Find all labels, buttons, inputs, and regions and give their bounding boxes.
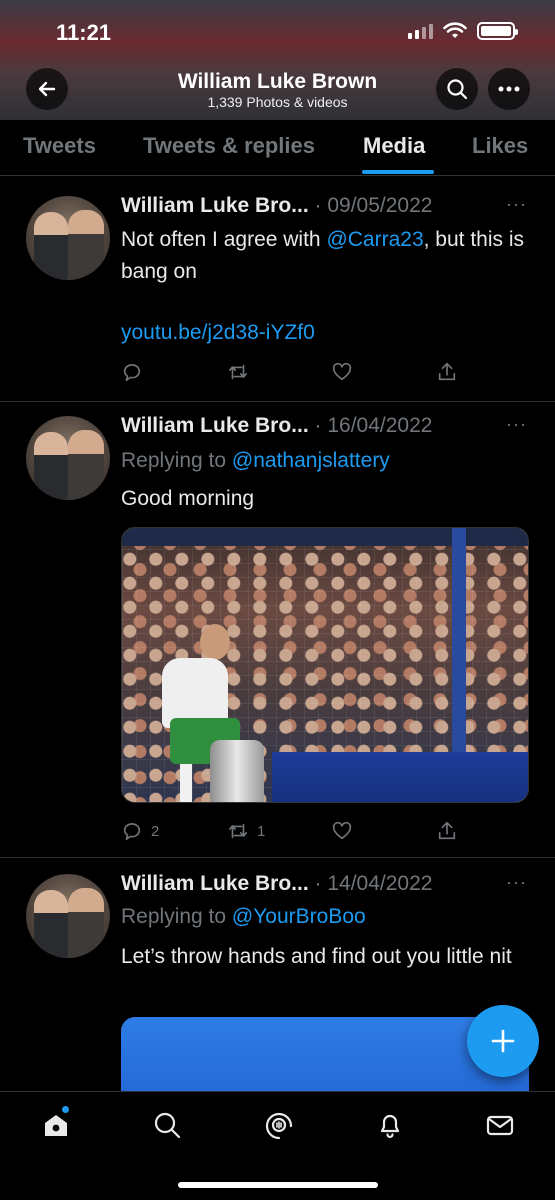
tab-tweets-replies[interactable]: Tweets & replies [143, 133, 315, 159]
compose-tweet-button[interactable] [467, 1005, 539, 1077]
like-button[interactable] [331, 820, 353, 842]
compose-plus-icon [491, 1029, 515, 1053]
tweet-header: William Luke Bro... · 09/05/2022 [121, 194, 432, 218]
tweet-date: · 09/05/2022 [314, 194, 433, 217]
active-tab-indicator [362, 170, 434, 174]
tab-tweets[interactable]: Tweets [23, 133, 96, 159]
retweet-button[interactable] [227, 361, 249, 383]
like-button[interactable] [331, 361, 353, 383]
replying-to-label: Replying to [121, 905, 232, 928]
battery-icon [477, 22, 518, 40]
home-notification-dot [62, 1106, 69, 1113]
tweet-text: Let’s throw hands and find out you littl… [121, 945, 512, 968]
notifications-icon[interactable] [375, 1110, 405, 1140]
status-icons [408, 22, 518, 40]
share-icon [438, 362, 456, 381]
reply-button[interactable] [121, 361, 143, 383]
profile-tabs: Tweets Tweets & replies Media Likes [0, 120, 555, 176]
tweet-actions: 2 1 [121, 820, 461, 844]
tweet-header: William Luke Bro... · 16/04/2022 [121, 414, 432, 438]
tweet-header: William Luke Bro... · 14/04/2022 [121, 872, 432, 896]
tweet-menu-icon[interactable]: ··· [506, 414, 527, 435]
more-button[interactable] [488, 68, 530, 110]
tweet-text: Not often I agree with @Carra23, but thi… [121, 224, 531, 288]
like-icon [332, 821, 352, 840]
replying-to: Replying to @YourBroBoo [121, 905, 366, 929]
tweet-menu-icon[interactable]: ··· [506, 872, 527, 893]
avatar[interactable] [26, 874, 110, 958]
explore-icon[interactable] [152, 1110, 182, 1140]
home-icon[interactable] [41, 1110, 71, 1140]
tab-media[interactable]: Media [363, 133, 425, 159]
share-icon [438, 821, 456, 840]
status-time: 11:21 [56, 20, 112, 45]
tweet-text-part: Not often I agree with [121, 228, 327, 251]
search-icon [447, 79, 468, 100]
mention-link[interactable]: @YourBroBoo [232, 905, 366, 928]
mention-link[interactable]: @nathanjslattery [232, 449, 390, 472]
profile-header: 11:21 William Luke Brown 1,339 Photos & … [0, 0, 555, 120]
reply-button[interactable]: 2 [121, 820, 159, 842]
tweet[interactable]: William Luke Bro... · 16/04/2022 ··· Rep… [0, 403, 555, 858]
url-link[interactable]: youtu.be/j2d38-iYZf0 [121, 317, 531, 349]
avatar[interactable] [26, 196, 110, 280]
signal-icon [408, 23, 433, 39]
home-indicator [178, 1182, 378, 1188]
retweet-count: 1 [257, 822, 266, 840]
tab-likes[interactable]: Likes [472, 133, 528, 159]
wifi-icon [443, 22, 467, 38]
reply-icon [123, 823, 141, 841]
tweet-menu-icon[interactable]: ··· [506, 194, 527, 215]
more-icon [498, 86, 520, 92]
search-button[interactable] [436, 68, 478, 110]
reply-icon [123, 364, 141, 382]
tweet-author[interactable]: William Luke Bro... [121, 414, 309, 437]
messages-icon[interactable] [485, 1110, 515, 1140]
tweet-author[interactable]: William Luke Bro... [121, 872, 309, 895]
replying-to: Replying to @nathanjslattery [121, 449, 390, 473]
tweet[interactable]: William Luke Bro... · 09/05/2022 ··· Not… [0, 177, 555, 402]
share-button[interactable] [436, 820, 458, 842]
share-button[interactable] [436, 361, 458, 383]
spaces-icon[interactable] [264, 1110, 294, 1140]
tweet-text: Good morning [121, 487, 255, 510]
tweet-date: · 16/04/2022 [314, 414, 433, 437]
avatar[interactable] [26, 416, 110, 500]
retweet-icon [228, 823, 248, 839]
tweet-date: · 14/04/2022 [314, 872, 433, 895]
tweet-author[interactable]: William Luke Bro... [121, 194, 309, 217]
replying-to-label: Replying to [121, 449, 232, 472]
reply-count: 2 [151, 822, 160, 840]
tweet-actions [121, 361, 461, 385]
like-icon [332, 362, 352, 381]
tweet-media-image[interactable] [121, 527, 529, 803]
retweet-icon [228, 364, 248, 380]
mention-link[interactable]: @Carra23 [326, 228, 423, 251]
retweet-button[interactable]: 1 [227, 820, 265, 842]
